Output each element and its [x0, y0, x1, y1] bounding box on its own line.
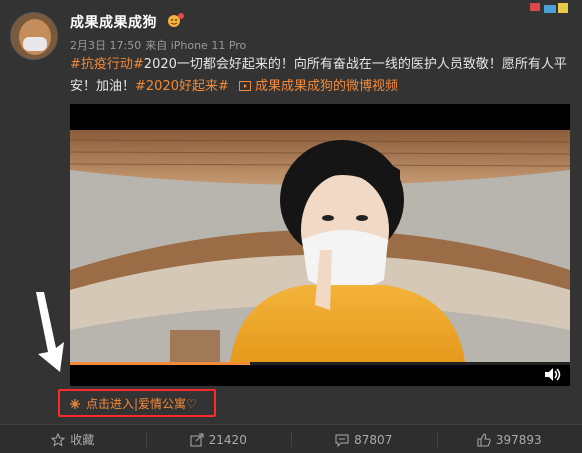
promo-label: 点击进入|爱情公寓♡	[86, 397, 197, 411]
post-text: #抗疫行动#2020一切都会好起来的！向所有奋战在一线的医护人员致敬！愿所有人平…	[70, 54, 570, 98]
avatar[interactable]	[10, 12, 58, 60]
video-link[interactable]: 成果成果成狗的微博视频	[233, 79, 398, 94]
share-icon	[190, 433, 204, 446]
action-bar: 收藏 21420 87807 397893	[0, 424, 582, 453]
post-date[interactable]: 2月3日 17:50	[70, 39, 141, 52]
progress-fill	[70, 362, 250, 365]
share-count: 21420	[208, 432, 247, 447]
weibo-post: 成果成果成狗 2月3日 17:50 来自 iPhone 11 Pro #抗疫行动#…	[0, 0, 582, 453]
promo-link[interactable]: 点击进入|爱情公寓♡	[70, 395, 197, 412]
favorite-button[interactable]: 收藏	[0, 425, 146, 453]
video-link-label: 成果成果成狗的微博视频	[255, 79, 399, 94]
comment-button[interactable]: 87807	[291, 425, 437, 453]
share-button[interactable]: 21420	[145, 425, 292, 453]
like-button[interactable]: 397893	[436, 425, 582, 453]
hashtag-link[interactable]: #2020好起来#	[135, 79, 229, 94]
decoration-sticker-icon	[524, 0, 574, 13]
comment-count: 87807	[354, 432, 393, 447]
volume-icon[interactable]	[544, 367, 562, 382]
post-meta: 2月3日 17:50 来自 iPhone 11 Pro	[70, 37, 250, 53]
comment-icon	[335, 434, 349, 447]
video-frame	[70, 130, 570, 362]
star-icon	[51, 432, 66, 447]
hashtag-link[interactable]: #抗疫行动#	[70, 57, 144, 72]
snowflake-icon	[70, 399, 80, 409]
post-source: 来自 iPhone 11 Pro	[145, 39, 247, 52]
video-controls	[70, 362, 570, 386]
verified-badge-icon	[166, 12, 184, 28]
like-icon	[477, 432, 491, 446]
like-count: 397893	[495, 432, 542, 447]
video-player[interactable]	[70, 104, 570, 386]
username[interactable]: 成果成果成狗	[70, 12, 157, 32]
avatar-mask	[23, 37, 47, 51]
video-link-icon	[239, 81, 252, 91]
arrow-annotation-icon	[36, 292, 64, 372]
progress-bar[interactable]	[70, 362, 570, 365]
favorite-label: 收藏	[70, 433, 95, 447]
